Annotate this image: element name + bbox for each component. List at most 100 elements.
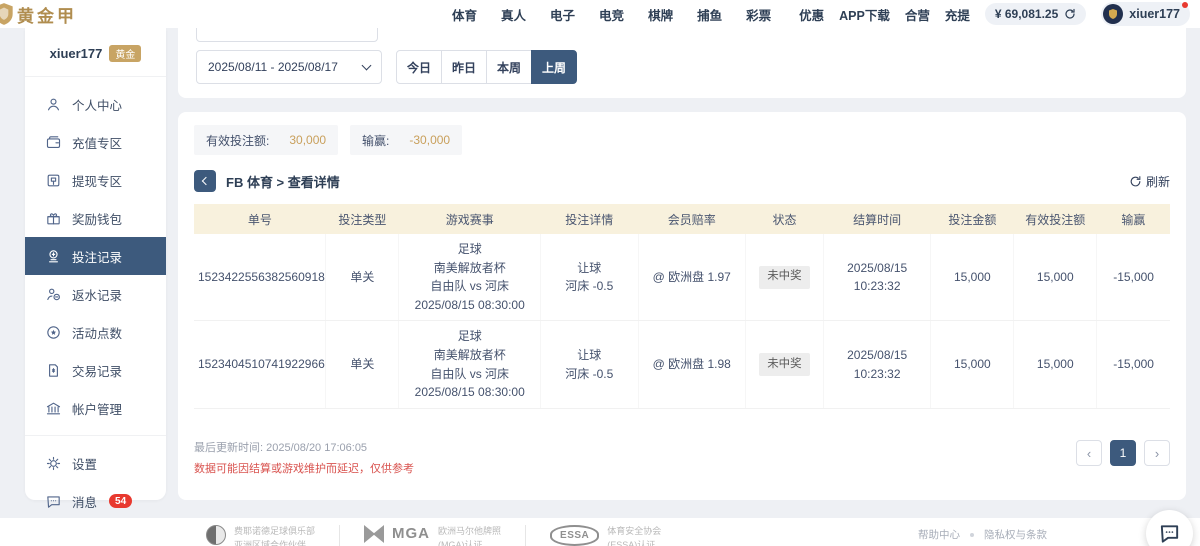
nav-sports[interactable]: 体育	[452, 5, 477, 24]
live-chat-button[interactable]	[1146, 510, 1193, 546]
win-loss-stat: 输赢: -30,000	[350, 125, 462, 155]
privacy-terms-link[interactable]: 隐私权与条款	[984, 527, 1047, 542]
quick-last-week-button[interactable]: 上周	[531, 50, 577, 84]
mga-license-block: MGA 欧洲马尔他牌照 (MGA)认证	[364, 525, 501, 546]
nav-cards[interactable]: 棋牌	[648, 5, 673, 24]
partner-block: 费耶诺德足球俱乐部 亚洲区域合作伙伴	[206, 525, 315, 546]
quick-this-week-button[interactable]: 本周	[486, 50, 532, 84]
match-league: 南美解放者杯	[403, 346, 536, 365]
match-teams: 自由队 vs 河床	[403, 365, 536, 384]
sidebar-item-deposit[interactable]: 充值专区	[25, 123, 166, 161]
sidebar-item-bet-records[interactable]: 投注记录	[25, 237, 166, 275]
quick-today-button[interactable]: 今日	[396, 50, 442, 84]
next-page-button[interactable]: ›	[1144, 440, 1170, 466]
last-updated-line: 最后更新时间: 2025/08/20 17:06:05	[194, 439, 414, 455]
filter-card: 2025/08/11 - 2025/08/17 今日 昨日 本周 上周	[178, 28, 1186, 98]
sidebar-item-label: 交易记录	[72, 361, 122, 380]
col-amount: 投注金额	[931, 204, 1014, 234]
cell-win-loss: -15,000	[1097, 321, 1170, 408]
divider	[339, 525, 340, 546]
nav-slots[interactable]: 电子	[550, 5, 575, 24]
sidebar-item-withdraw[interactable]: 提现专区	[25, 161, 166, 199]
prev-page-button[interactable]: ‹	[1076, 440, 1102, 466]
page-1-button[interactable]: 1	[1110, 440, 1136, 466]
nav-lottery[interactable]: 彩票	[746, 5, 771, 24]
gift-icon	[45, 210, 62, 227]
cell-status: 未中奖	[745, 321, 823, 408]
refresh-button[interactable]: 刷新	[1129, 173, 1170, 190]
match-teams: 自由队 vs 河床	[403, 277, 536, 296]
sidebar-item-settings[interactable]: 设置	[25, 444, 166, 482]
avatar	[1103, 4, 1123, 24]
withdraw-icon	[45, 172, 62, 189]
bet-record-icon	[45, 248, 62, 265]
site-logo[interactable]: 黄金甲	[0, 1, 77, 27]
primary-nav: 体育 真人 电子 电竞 棋牌 捕鱼 彩票	[452, 5, 771, 24]
col-win-loss: 输赢	[1097, 204, 1170, 234]
divider	[25, 435, 166, 436]
cell-odds: @ 欧洲盘 1.97	[638, 234, 745, 321]
help-center-link[interactable]: 帮助中心	[918, 527, 960, 542]
cell-match: 足球 南美解放者杯 自由队 vs 河床 2025/08/15 08:30:00	[399, 321, 541, 408]
sidebar-item-transactions[interactable]: 交易记录	[25, 351, 166, 389]
sidebar-item-messages[interactable]: 消息 54	[25, 482, 166, 520]
top-header: 黄金甲 体育 真人 电子 电竞 棋牌 捕鱼 彩票 优惠 APP下载 合营 充提 …	[0, 0, 1200, 28]
partner-line2: 亚洲区域合作伙伴	[234, 540, 306, 546]
link-deposit-withdraw[interactable]: 充提	[945, 5, 970, 24]
user-menu[interactable]: xiuer177	[1101, 2, 1190, 26]
records-card: 有效投注额: 30,000 输赢: -30,000 FB 体育 > 查看详情 刷…	[178, 112, 1186, 500]
gear-icon	[45, 455, 62, 472]
unread-count-badge: 54	[109, 494, 132, 508]
section-title: FB 体育 > 查看详情	[226, 172, 340, 191]
cell-order-no: 1523422556382560918	[194, 234, 326, 321]
sidebar-item-activity-points[interactable]: 活动点数	[25, 313, 166, 351]
link-affiliate[interactable]: 合营	[905, 5, 930, 24]
balance-amount: ¥ 69,081.25	[995, 7, 1058, 21]
cell-win-loss: -15,000	[1097, 234, 1170, 321]
link-promo[interactable]: 优惠	[799, 5, 824, 24]
header-username: xiuer177	[1129, 7, 1180, 21]
col-settle-time: 结算时间	[823, 204, 930, 234]
sidebar-item-label: 个人中心	[72, 95, 122, 114]
nav-live[interactable]: 真人	[501, 5, 526, 24]
col-bet-type: 投注类型	[326, 204, 399, 234]
nav-esports[interactable]: 电竞	[599, 5, 624, 24]
sidebar-item-label: 返水记录	[72, 285, 122, 304]
game-filter-select[interactable]	[196, 28, 378, 42]
cell-bet-type: 单关	[326, 234, 399, 321]
last-updated-time: 2025/08/20 17:06:05	[266, 442, 367, 454]
sidebar-item-label: 投注记录	[72, 247, 122, 266]
sidebar-item-rebate-records[interactable]: 返水记录	[25, 275, 166, 313]
col-match: 游戏赛事	[399, 204, 541, 234]
essa-line2: (ESSA)认证	[607, 540, 655, 546]
back-button[interactable]	[194, 170, 216, 192]
bank-icon	[45, 400, 62, 417]
table-row: 1523422556382560918 单关 足球 南美解放者杯 自由队 vs …	[194, 234, 1170, 321]
cell-bet-type: 单关	[326, 321, 399, 408]
col-odds: 会员赔率	[638, 204, 745, 234]
cell-detail: 让球 河床 -0.5	[540, 321, 638, 408]
refresh-balance-icon[interactable]	[1064, 8, 1076, 20]
quick-date-buttons: 今日 昨日 本周 上周	[396, 50, 577, 84]
mga-logo-icon	[364, 525, 384, 543]
mga-line1: 欧洲马尔他牌照	[438, 526, 501, 536]
essa-logo-icon: ESSA	[550, 525, 599, 546]
bet-records-table: 单号 投注类型 游戏赛事 投注详情 会员赔率 状态 结算时间 投注金额 有效投注…	[194, 204, 1170, 409]
nav-fishing[interactable]: 捕鱼	[697, 5, 722, 24]
sidebar-item-account-management[interactable]: 帐户管理	[25, 389, 166, 427]
link-app-download[interactable]: APP下载	[839, 5, 890, 24]
quick-yesterday-button[interactable]: 昨日	[441, 50, 487, 84]
balance-display[interactable]: ¥ 69,081.25	[985, 3, 1086, 25]
divider-dot	[970, 533, 974, 537]
notification-dot	[1182, 2, 1188, 8]
sidebar-item-profile[interactable]: 个人中心	[25, 85, 166, 123]
chevron-left-icon	[202, 177, 210, 185]
vip-level-badge: 黄金	[109, 45, 141, 62]
filter-row: 2025/08/11 - 2025/08/17 今日 昨日 本周 上周	[196, 50, 1168, 84]
sidebar-item-reward-wallet[interactable]: 奖励钱包	[25, 199, 166, 237]
cell-order-no: 1523404510741922966	[194, 321, 326, 408]
refresh-icon	[1129, 175, 1142, 188]
date-range-select[interactable]: 2025/08/11 - 2025/08/17	[196, 50, 382, 84]
settle-clock: 10:23:32	[828, 365, 926, 384]
delay-warning-text: 数据可能因结算或游戏维护而延迟，仅供参考	[194, 460, 414, 476]
